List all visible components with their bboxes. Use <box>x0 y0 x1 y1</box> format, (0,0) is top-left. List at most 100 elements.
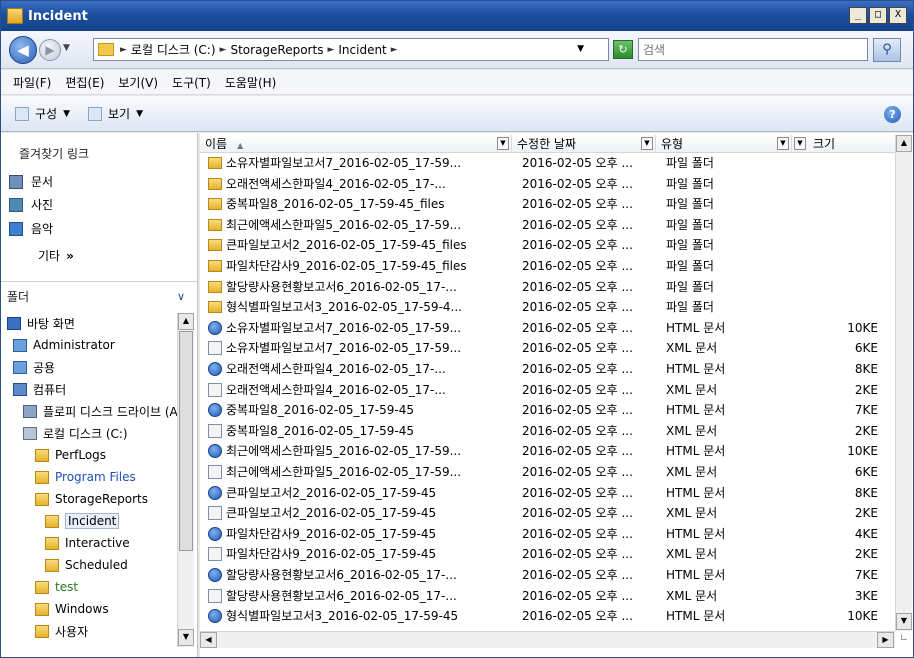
menu-file[interactable]: 파일(F) <box>13 74 51 91</box>
tree-item[interactable]: 사용자 <box>35 621 88 641</box>
tree-item[interactable]: PerfLogs <box>35 445 106 465</box>
chevron-down-icon[interactable]: ∨ <box>177 286 185 308</box>
forward-button[interactable]: ▶ <box>39 39 61 61</box>
tree-item[interactable]: Interactive <box>45 533 130 553</box>
table-row[interactable]: 최근에액세스한파일5_2016-02-05_17-59... 2016-02-05… <box>200 441 895 461</box>
column-filter-dropdown[interactable]: ▼ <box>497 137 509 150</box>
scroll-down-button[interactable]: ▼ <box>896 613 912 630</box>
table-row[interactable]: 할당량사용현황보고서6_2016-02-05_17-... 2016-02-05 … <box>200 565 895 585</box>
tree-item[interactable]: 로컬 디스크 (C:) <box>23 423 128 443</box>
chevron-right-icon[interactable]: ► <box>120 45 127 55</box>
menu-edit[interactable]: 편집(E) <box>65 74 104 91</box>
folder-tree-scrollbar[interactable]: ▲ ▼ <box>177 313 194 647</box>
tree-item[interactable]: 컴퓨터 <box>13 379 66 399</box>
scroll-up-button[interactable]: ▲ <box>178 313 194 330</box>
column-filter-dropdown[interactable]: ▼ <box>777 137 789 150</box>
views-button[interactable]: 보기 ▼ <box>88 105 143 122</box>
scroll-right-button[interactable]: ▶ <box>877 632 894 648</box>
title-bar[interactable]: Incident _ □ X <box>1 1 913 31</box>
table-row[interactable]: 중복파일8_2016-02-05_17-59-45_files 2016-02-0… <box>200 194 895 214</box>
table-row[interactable]: 소유자별파일보고서7_2016-02-05_17-59... 2016-02-05… <box>200 338 895 358</box>
file-type: XML 문서 <box>666 506 718 521</box>
breadcrumb-storagereports[interactable]: StorageReports <box>230 43 323 57</box>
tree-item[interactable]: Program Files <box>35 467 136 487</box>
favorites-more[interactable]: 기타 » <box>38 247 74 264</box>
pane-divider[interactable] <box>1 281 197 282</box>
table-row[interactable]: 형식별파일보고서3_2016-02-05_17-59-45 2016-02-05 … <box>200 606 895 626</box>
tree-item[interactable]: Administrator <box>13 335 115 355</box>
chevron-right-icon[interactable]: ► <box>327 45 334 55</box>
column-filter-dropdown[interactable]: ▼ <box>641 137 653 150</box>
tree-item[interactable]: Scheduled <box>45 555 128 575</box>
table-row[interactable]: 큰파일보고서2_2016-02-05_17-59-45 2016-02-05 오후… <box>200 483 895 503</box>
table-row[interactable]: 소유자별파일보고서7_2016-02-05_17-59... 2016-02-05… <box>200 153 895 173</box>
resize-grip-icon[interactable]: ∟ <box>896 633 912 649</box>
table-row[interactable]: 중복파일8_2016-02-05_17-59-45 2016-02-05 오후 .… <box>200 421 895 441</box>
table-row[interactable]: 할당량사용현황보고서6_2016-02-05_17-... 2016-02-05 … <box>200 277 895 297</box>
breadcrumb-incident[interactable]: Incident <box>338 43 386 57</box>
table-row[interactable]: 파일차단감사9_2016-02-05_17-59-45_files 2016-02… <box>200 256 895 276</box>
maximize-button[interactable]: □ <box>869 7 887 24</box>
tree-item[interactable]: 바탕 화면 <box>7 313 75 333</box>
tree-item[interactable]: 공용 <box>13 357 55 377</box>
table-row[interactable]: 큰파일보고서2_2016-02-05_17-59-45_files 2016-02… <box>200 235 895 255</box>
chevron-right-icon[interactable]: ► <box>391 45 398 55</box>
file-list-hscrollbar[interactable]: ◀ ▶ <box>200 631 895 648</box>
favorite-pictures[interactable]: 사진 <box>9 196 53 213</box>
recent-pages-dropdown[interactable]: ▼ <box>63 43 70 53</box>
table-row[interactable]: 오래전액세스한파일4_2016-02-05_17-... 2016-02-05 오… <box>200 174 895 194</box>
tree-item[interactable]: test <box>35 577 78 597</box>
tree-item[interactable]: DVD 드라이브 (D:) <box>23 643 144 647</box>
refresh-button[interactable]: ↻ <box>613 40 633 59</box>
tree-item[interactable]: StorageReports <box>35 489 148 509</box>
table-row[interactable]: 소유자별파일보고서7_2016-02-05_17-59... 2016-02-05… <box>200 318 895 338</box>
file-name: 중복파일8_2016-02-05_17-59-45 <box>208 400 513 420</box>
tree-item[interactable]: Incident <box>45 511 120 531</box>
table-row[interactable]: 큰파일보고서2_2016-02-05_17-59-45 2016-02-05 오후… <box>200 503 895 523</box>
table-row[interactable]: 형식별파일보고서3_2016-02-05_17-59-4... 2016-02-0… <box>200 297 895 317</box>
help-icon[interactable]: ? <box>884 106 901 123</box>
column-size[interactable]: ▼ 크기 <box>792 135 895 153</box>
file-list-vscrollbar[interactable]: ▲ ▼ <box>895 135 912 631</box>
table-row[interactable]: 파일차단감사9_2016-02-05_17-59-45 2016-02-05 오후… <box>200 524 895 544</box>
address-bar[interactable]: ► 로컬 디스크 (C:) ► StorageReports ► Inciden… <box>93 38 609 61</box>
table-row[interactable]: 중복파일8_2016-02-05_17-59-45 2016-02-05 오후 .… <box>200 400 895 420</box>
scroll-down-button[interactable]: ▼ <box>178 629 194 646</box>
menu-view[interactable]: 보기(V) <box>118 74 158 91</box>
drive-icon <box>23 426 37 440</box>
tree-item[interactable]: 플로피 디스크 드라이브 (A:) <box>23 401 177 421</box>
organize-button[interactable]: 구성 ▼ <box>15 105 70 122</box>
table-row[interactable]: 할당량사용현황보고서6_2016-02-05_17-... 2016-02-05 … <box>200 586 895 606</box>
favorite-documents[interactable]: 문서 <box>9 173 53 190</box>
file-type: XML 문서 <box>666 423 718 438</box>
scroll-left-button[interactable]: ◀ <box>200 632 217 648</box>
menu-tools[interactable]: 도구(T) <box>172 74 211 91</box>
minimize-button[interactable]: _ <box>849 7 867 24</box>
tree-item[interactable]: Windows <box>35 599 109 619</box>
table-row[interactable]: 최근에액세스한파일5_2016-02-05_17-59... 2016-02-05… <box>200 215 895 235</box>
file-name: 소유자별파일보고서7_2016-02-05_17-59... <box>208 153 513 173</box>
chevron-down-icon[interactable]: ▼ <box>577 44 584 54</box>
folders-header[interactable]: 폴더 ∨ <box>1 286 197 308</box>
menu-help[interactable]: 도움말(H) <box>225 74 277 91</box>
back-button[interactable]: ◀ <box>9 36 37 64</box>
html-document-icon <box>208 526 222 541</box>
column-name[interactable]: 이름 ▲ ▼ <box>200 135 512 153</box>
favorite-music[interactable]: 음악 <box>9 220 53 237</box>
column-filter-dropdown[interactable]: ▼ <box>794 137 806 150</box>
table-row[interactable]: 오래전액세스한파일4_2016-02-05_17-... 2016-02-05 오… <box>200 380 895 400</box>
column-date[interactable]: 수정한 날짜 ▼ <box>512 135 656 153</box>
file-name-text: 오래전액세스한파일4_2016-02-05_17-... <box>226 176 446 191</box>
chevron-right-icon[interactable]: ► <box>220 45 227 55</box>
search-input[interactable] <box>638 38 868 61</box>
column-type[interactable]: 유형 ▼ <box>656 135 792 153</box>
breadcrumb-local-disk[interactable]: 로컬 디스크 (C:) <box>131 41 216 58</box>
file-type: 파일 폴더 <box>666 176 714 191</box>
search-icon[interactable]: ⚲ <box>873 38 901 62</box>
table-row[interactable]: 파일차단감사9_2016-02-05_17-59-45 2016-02-05 오후… <box>200 544 895 564</box>
close-button[interactable]: X <box>889 7 907 24</box>
table-row[interactable]: 오래전액세스한파일4_2016-02-05_17-... 2016-02-05 오… <box>200 359 895 379</box>
scroll-up-button[interactable]: ▲ <box>896 135 912 152</box>
table-row[interactable]: 최근에액세스한파일5_2016-02-05_17-59... 2016-02-05… <box>200 462 895 482</box>
scroll-thumb[interactable] <box>179 331 193 551</box>
